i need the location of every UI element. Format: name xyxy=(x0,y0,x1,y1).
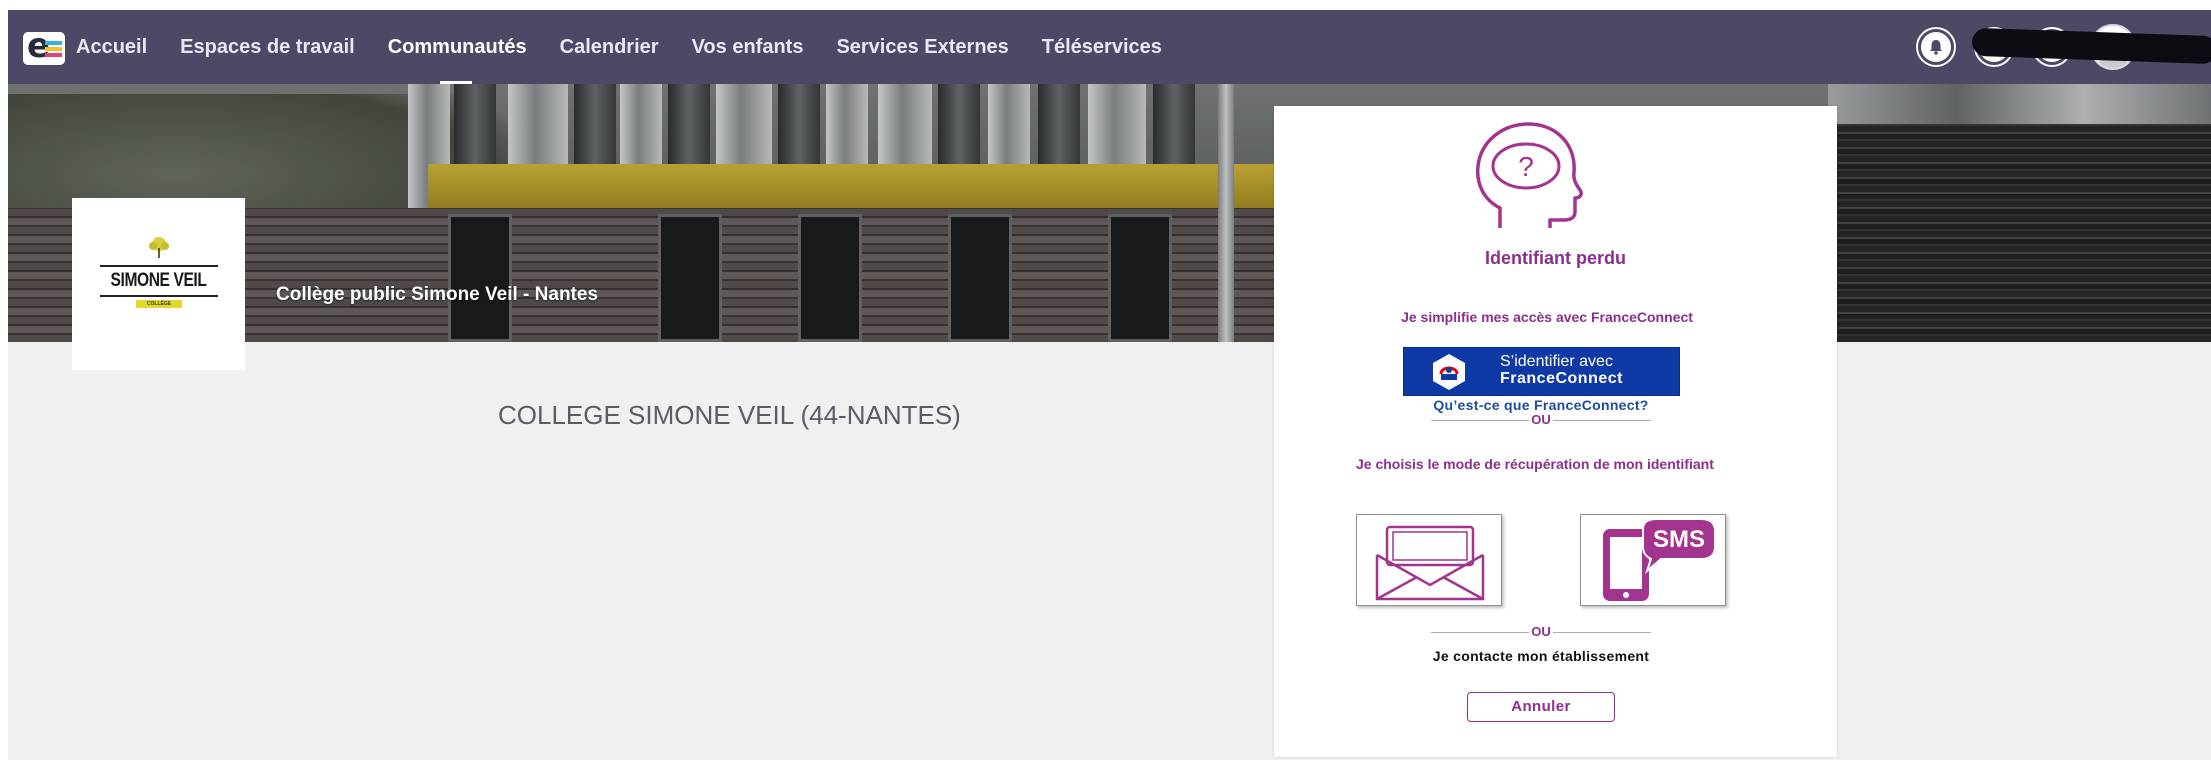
or-separator-2: OU xyxy=(1431,624,1651,640)
nav-item-services-externes[interactable]: Services Externes xyxy=(836,10,1008,84)
franceconnect-logo-icon xyxy=(1433,354,1465,390)
school-logo-text: SIMONE VEIL xyxy=(110,270,207,291)
franceconnect-intro: Je simplifie mes accès avec FranceConnec… xyxy=(1401,309,1693,325)
school-subtitle: Collège public Simone Veil - Nantes xyxy=(276,284,599,305)
tree-icon xyxy=(149,237,169,258)
nav-item-teleservices[interactable]: Téléservices xyxy=(1042,10,1162,84)
lost-id-panel: ? Identifiant perdu Je simplifie mes acc… xyxy=(1274,106,1837,757)
nav-item-vos-enfants[interactable]: Vos enfants xyxy=(692,10,804,84)
svg-text:?: ? xyxy=(1518,151,1534,182)
nav-item-communautes[interactable]: Communautés xyxy=(388,10,527,84)
choose-recovery-label: Je choisis le mode de récupération de mo… xyxy=(1356,456,1714,472)
nav-item-accueil[interactable]: Accueil xyxy=(76,10,147,84)
cancel-button[interactable]: Annuler xyxy=(1467,692,1615,722)
page: e Accueil Espaces de travail Communautés… xyxy=(8,10,2211,760)
sms-phone-icon: SMS xyxy=(1603,518,1716,601)
sms-icon-text: SMS xyxy=(1653,526,1705,553)
school-logo: SIMONE VEIL COLLÈGE xyxy=(72,198,245,370)
nav-item-espaces-de-travail[interactable]: Espaces de travail xyxy=(180,10,355,84)
franceconnect-button-line1: S’identifier avec xyxy=(1500,353,1613,370)
envelope-icon xyxy=(1375,525,1485,601)
or-label-2: OU xyxy=(1531,624,1551,639)
franceconnect-button-line2: FranceConnect xyxy=(1500,370,1623,387)
ent-logo-icon[interactable]: e xyxy=(23,26,65,66)
contact-school-link[interactable]: Je contacte mon établissement xyxy=(1274,648,1808,664)
question-head-icon: ? xyxy=(1475,122,1583,228)
notifications-button[interactable] xyxy=(1916,27,1956,67)
bell-icon xyxy=(1930,40,1942,55)
main-nav: Accueil Espaces de travail Communautés C… xyxy=(76,10,1195,84)
page-title: COLLEGE SIMONE VEIL (44-NANTES) xyxy=(498,400,961,430)
top-navbar: e Accueil Espaces de travail Communautés… xyxy=(8,10,2211,84)
or-separator: OU xyxy=(1431,412,1651,428)
nav-item-calendrier[interactable]: Calendrier xyxy=(560,10,659,84)
recover-by-email-button[interactable] xyxy=(1356,514,1502,606)
school-logo-tag: COLLÈGE xyxy=(136,300,182,308)
franceconnect-info-link[interactable]: Qu’est-ce que FranceConnect? xyxy=(1274,397,1808,413)
panel-title: Identifiant perdu xyxy=(1485,248,1626,268)
or-label: OU xyxy=(1531,412,1551,427)
franceconnect-button[interactable]: S’identifier avec FranceConnect xyxy=(1403,347,1680,396)
recover-by-sms-button[interactable]: SMS xyxy=(1580,514,1726,606)
